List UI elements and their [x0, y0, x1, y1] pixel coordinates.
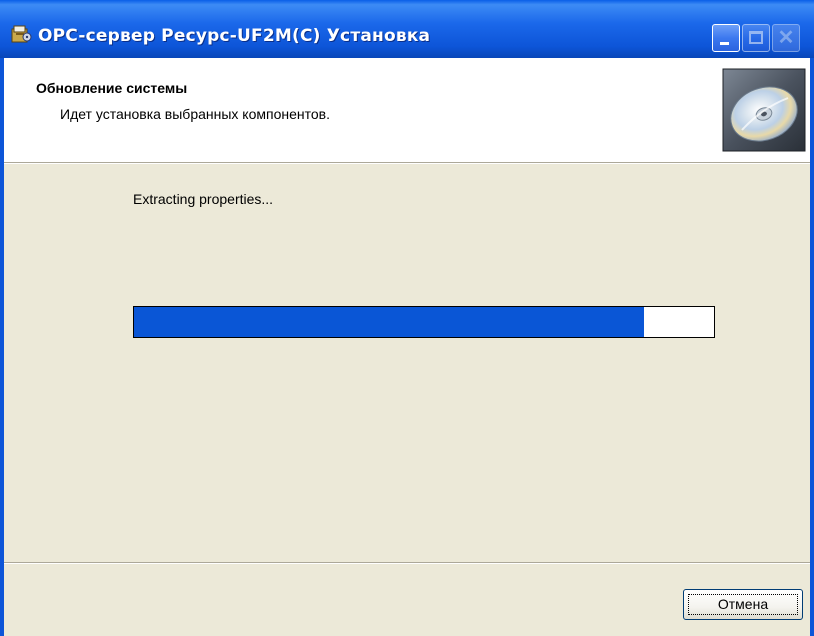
maximize-icon	[749, 31, 763, 44]
title-bar[interactable]: OPC-сервер Ресурс-UF2M(C) Установка ✕	[0, 0, 814, 58]
progress-bar	[133, 306, 715, 338]
close-icon: ✕	[777, 27, 795, 49]
cancel-button-label: Отмена	[717, 596, 769, 612]
header-title: Обновление системы	[36, 80, 188, 96]
header-panel: Обновление системы Идет установка выбран…	[4, 58, 810, 162]
window-frame-right	[810, 58, 814, 636]
footer-divider	[4, 562, 810, 564]
header-divider	[4, 162, 810, 164]
installer-window: OPC-сервер Ресурс-UF2M(C) Установка ✕ Об…	[0, 0, 814, 636]
cancel-button[interactable]: Отмена	[683, 589, 803, 620]
progress-bar-fill	[134, 307, 645, 337]
status-text: Extracting properties...	[133, 191, 274, 207]
header-subtitle: Идет установка выбранных компонентов.	[60, 106, 330, 122]
cd-disc-icon	[722, 68, 806, 152]
maximize-button[interactable]	[742, 24, 770, 52]
window-title: OPC-сервер Ресурс-UF2M(C) Установка	[38, 26, 431, 46]
minimize-icon	[720, 42, 729, 45]
close-button[interactable]: ✕	[772, 24, 800, 52]
installer-icon	[11, 25, 32, 43]
minimize-button[interactable]	[712, 24, 740, 52]
